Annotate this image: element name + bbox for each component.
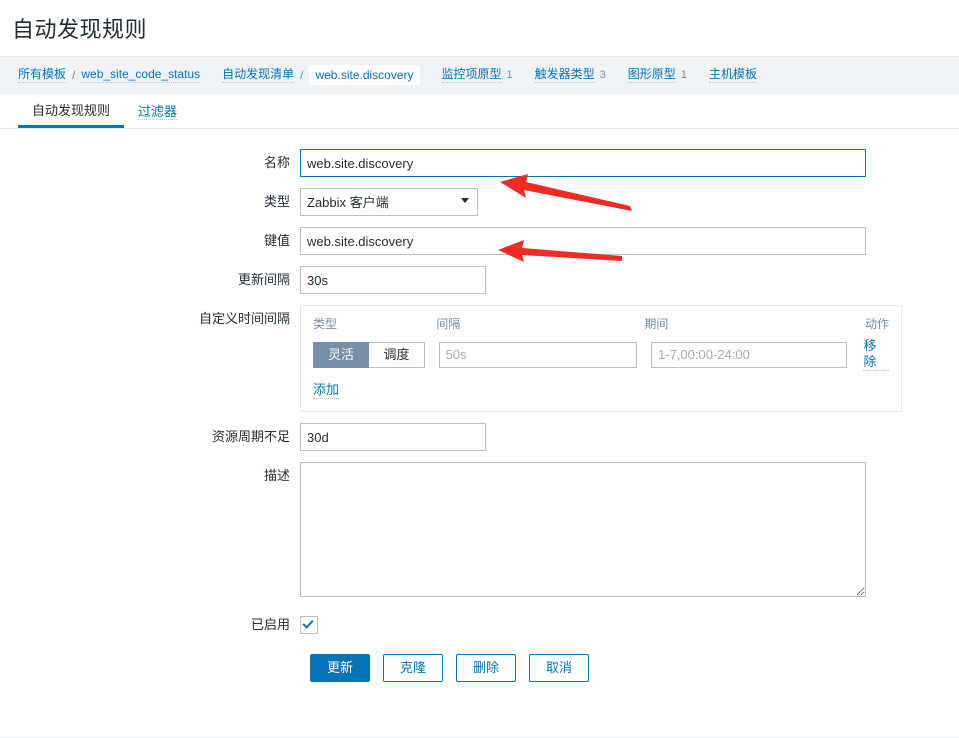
breadcrumb-group-templates: 所有模板 / web_site_code_status bbox=[18, 67, 201, 83]
type-select-wrap: Zabbix 客户端 bbox=[300, 188, 478, 216]
type-field-wrap: Zabbix 客户端 bbox=[300, 188, 959, 216]
breadcrumb-group-discovery: 自动发现清单 / web.site.discovery bbox=[222, 65, 420, 85]
add-interval-link[interactable]: 添加 bbox=[313, 382, 340, 399]
custom-intervals-box: 类型 间隔 期间 动作 灵活 调度 移除 添加 bbox=[300, 305, 902, 412]
update-interval-label: 更新间隔 bbox=[237, 272, 290, 287]
form-row-key: 键值 bbox=[0, 227, 959, 255]
lifetime-input[interactable] bbox=[300, 423, 486, 451]
key-label: 键值 bbox=[263, 233, 290, 248]
form-row-custom-intervals: 自定义时间间隔 类型 间隔 期间 动作 灵活 调度 移除 bbox=[0, 305, 959, 412]
breadcrumb-group-graph-prototypes: 图形原型 1 bbox=[627, 67, 687, 83]
name-label: 名称 bbox=[263, 155, 290, 170]
type-label: 类型 bbox=[263, 194, 290, 209]
interval-type-toggle: 灵活 调度 bbox=[313, 341, 439, 368]
lifetime-label: 资源周期不足 bbox=[211, 429, 290, 444]
breadcrumb-group-item-prototypes: 监控项原型 1 bbox=[441, 67, 513, 83]
breadcrumb-trigger-prototypes-count: 3 bbox=[599, 69, 606, 81]
update-interval-field-wrap bbox=[300, 266, 959, 294]
update-interval-input[interactable] bbox=[300, 266, 486, 294]
breadcrumb-group-trigger-prototypes: 触发器类型 3 bbox=[534, 67, 606, 83]
cancel-button[interactable]: 取消 bbox=[529, 654, 590, 682]
breadcrumb-graph-prototypes-count: 1 bbox=[680, 69, 687, 81]
interval-input[interactable] bbox=[438, 341, 638, 368]
custom-intervals-label: 自定义时间间隔 bbox=[198, 311, 290, 326]
page-title: 自动发现规则 bbox=[12, 17, 148, 42]
tab-filter[interactable]: 过滤器 bbox=[124, 95, 191, 128]
enabled-label: 已启用 bbox=[250, 617, 290, 632]
form-row-description: 描述 bbox=[0, 462, 959, 600]
form-row-lifetime: 资源周期不足 bbox=[0, 423, 959, 451]
key-input[interactable] bbox=[300, 227, 866, 255]
breadcrumb-item-prototypes[interactable]: 监控项原型 bbox=[441, 67, 502, 83]
clone-button[interactable]: 克隆 bbox=[383, 654, 444, 682]
description-label: 描述 bbox=[263, 468, 290, 483]
tab-bar: 自动发现规则 过滤器 bbox=[0, 94, 959, 129]
breadcrumb-trigger-prototypes[interactable]: 触发器类型 bbox=[534, 67, 595, 83]
tab-filter-label: 过滤器 bbox=[138, 104, 178, 120]
column-header-period: 期间 bbox=[644, 317, 669, 331]
custom-intervals-field-wrap: 类型 间隔 期间 动作 灵活 调度 移除 添加 bbox=[300, 305, 959, 412]
breadcrumb-group-host-prototypes: 主机模板 bbox=[708, 67, 757, 83]
breadcrumb: 所有模板 / web_site_code_status 自动发现清单 / web… bbox=[0, 56, 959, 94]
description-field-wrap bbox=[300, 462, 959, 600]
toggle-scheduling[interactable]: 调度 bbox=[369, 341, 425, 368]
column-header-action: 动作 bbox=[864, 317, 889, 331]
breadcrumb-graph-prototypes[interactable]: 图形原型 bbox=[627, 67, 676, 83]
breadcrumb-host-prototypes[interactable]: 主机模板 bbox=[708, 67, 757, 83]
update-button[interactable]: 更新 bbox=[310, 654, 371, 682]
page-header: 自动发现规则 bbox=[0, 0, 959, 56]
breadcrumb-template-name[interactable]: web_site_code_status bbox=[81, 67, 201, 83]
breadcrumb-current-rule: web.site.discovery bbox=[309, 65, 420, 85]
period-input[interactable] bbox=[651, 341, 848, 368]
breadcrumb-separator: / bbox=[72, 68, 76, 82]
breadcrumb-all-templates[interactable]: 所有模板 bbox=[18, 67, 67, 83]
breadcrumb-separator: / bbox=[300, 68, 304, 82]
delete-button[interactable]: 删除 bbox=[456, 654, 517, 682]
description-textarea[interactable] bbox=[300, 462, 866, 597]
breadcrumb-item-prototypes-count: 1 bbox=[506, 69, 513, 81]
form-row-name: 名称 bbox=[0, 149, 959, 177]
column-header-type: 类型 bbox=[313, 317, 338, 331]
column-header-interval: 间隔 bbox=[436, 317, 461, 331]
enabled-checkbox[interactable] bbox=[300, 616, 318, 634]
discovery-rule-form: 名称 类型 Zabbix 客户端 键值 更新间隔 自定义时间间隔 bbox=[0, 129, 959, 682]
breadcrumb-discovery-list[interactable]: 自动发现清单 bbox=[222, 67, 295, 83]
toggle-flexible[interactable]: 灵活 bbox=[313, 341, 369, 368]
type-select[interactable]: Zabbix 客户端 bbox=[300, 188, 478, 216]
custom-intervals-header: 类型 间隔 期间 动作 bbox=[313, 315, 889, 332]
enabled-field-wrap bbox=[300, 611, 959, 634]
tab-discovery-rule[interactable]: 自动发现规则 bbox=[18, 94, 125, 128]
form-row-type: 类型 Zabbix 客户端 bbox=[0, 188, 959, 216]
name-input[interactable] bbox=[300, 149, 866, 177]
form-actions: 更新 克隆 删除 取消 bbox=[0, 654, 959, 682]
key-field-wrap bbox=[300, 227, 959, 255]
form-row-update-interval: 更新间隔 bbox=[0, 266, 959, 294]
lifetime-field-wrap bbox=[300, 423, 959, 451]
remove-interval-link[interactable]: 移除 bbox=[863, 338, 889, 371]
custom-interval-row: 灵活 调度 移除 bbox=[313, 338, 889, 371]
name-field-wrap bbox=[300, 149, 959, 177]
form-row-enabled: 已启用 bbox=[0, 611, 959, 634]
